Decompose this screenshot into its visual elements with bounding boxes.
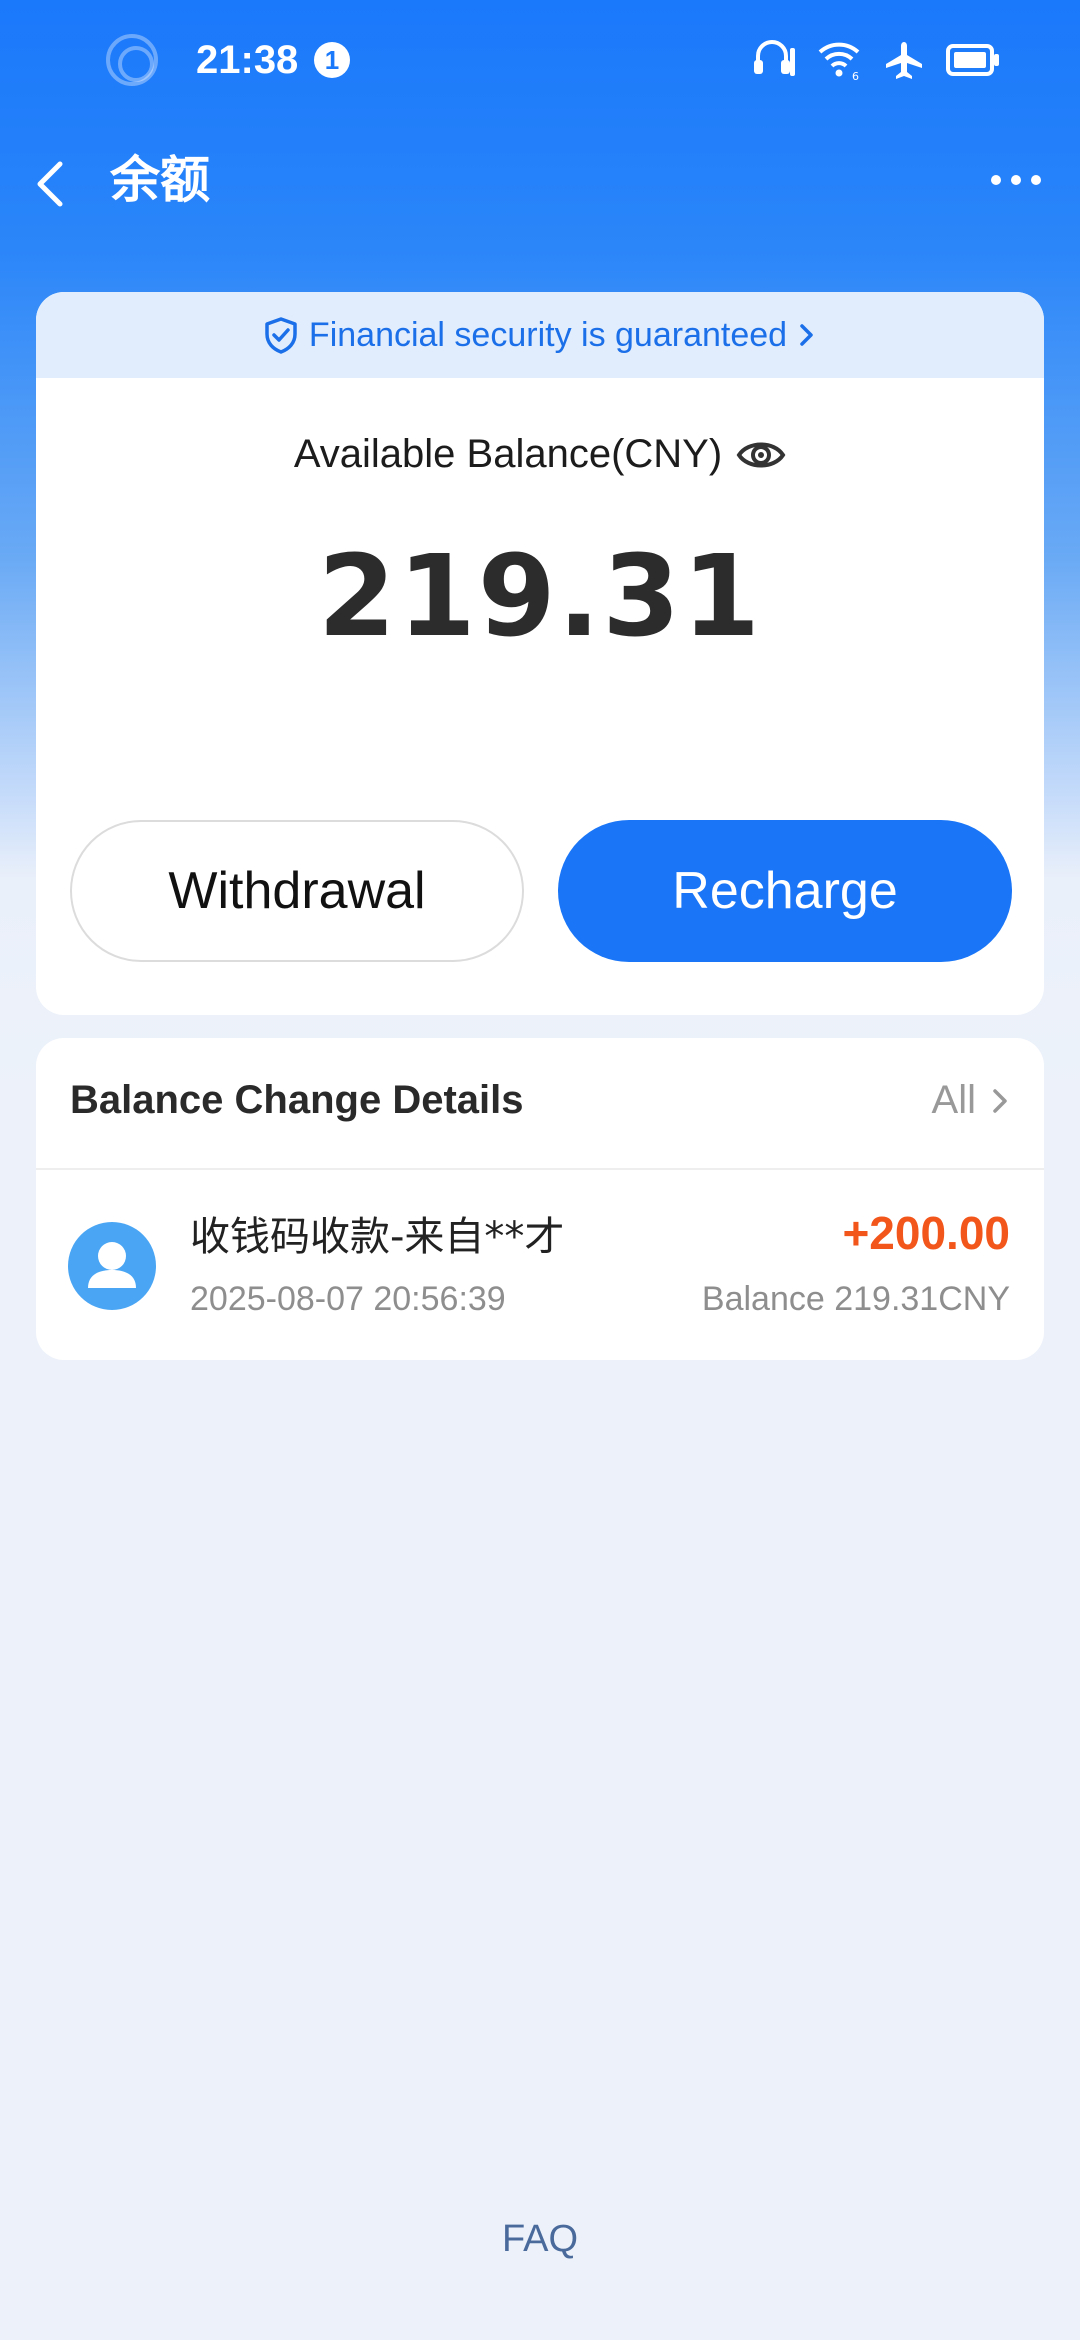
battery-icon xyxy=(946,44,999,76)
transaction-balance: Balance 219.31CNY xyxy=(701,1280,1010,1318)
shield-check-icon xyxy=(265,317,297,354)
avatar xyxy=(68,1222,156,1310)
wifi-icon: 6 xyxy=(818,42,860,80)
transaction-amount: +200.00 xyxy=(842,1207,1010,1259)
chevron-left-icon xyxy=(37,161,63,207)
security-banner[interactable]: Financial security is guaranteed xyxy=(36,292,1044,378)
user-icon xyxy=(88,1242,136,1288)
transaction-title: 收钱码收款-来自**才 xyxy=(190,1214,565,1260)
balance-change-details: Balance Change Details All 收钱码收款-来自**才 2… xyxy=(36,1038,1044,1360)
status-time: 21:38 xyxy=(196,38,299,82)
recharge-button[interactable]: Recharge xyxy=(558,820,1012,962)
details-filter-all[interactable]: All xyxy=(932,1078,1010,1123)
chevron-right-icon xyxy=(993,1088,1007,1113)
status-bar: 21:38 1 6 xyxy=(0,0,1080,120)
security-banner-text: Financial security is guaranteed xyxy=(308,315,788,354)
transaction-time: 2025-08-07 20:56:39 xyxy=(190,1280,506,1318)
more-dots-icon xyxy=(991,175,1041,185)
back-button[interactable] xyxy=(30,150,90,214)
balance-label: Available Balance(CNY) xyxy=(293,432,723,476)
chevron-right-icon xyxy=(800,324,813,346)
divider xyxy=(36,1168,1044,1170)
headset-icon xyxy=(754,40,795,76)
svg-text:6: 6 xyxy=(852,70,859,80)
details-filter-label: All xyxy=(931,1078,976,1122)
page-title: 余额 xyxy=(110,151,210,209)
more-options-button[interactable] xyxy=(986,150,1046,210)
balance-label-row: Available Balance(CNY) xyxy=(36,432,1044,477)
assistant-ring-icon xyxy=(106,34,158,86)
withdrawal-button[interactable]: Withdrawal xyxy=(70,820,524,962)
details-title: Balance Change Details xyxy=(70,1078,524,1122)
balance-amount: 219.31 xyxy=(317,532,763,662)
eye-visibility-icon[interactable] xyxy=(736,435,786,475)
faq-link[interactable]: FAQ xyxy=(0,2218,1080,2261)
notification-badge: 1 xyxy=(314,42,350,78)
balance-card: Financial security is guaranteed Availab… xyxy=(36,292,1044,1015)
status-icons: 6 xyxy=(752,36,1000,84)
airplane-icon xyxy=(886,42,922,79)
